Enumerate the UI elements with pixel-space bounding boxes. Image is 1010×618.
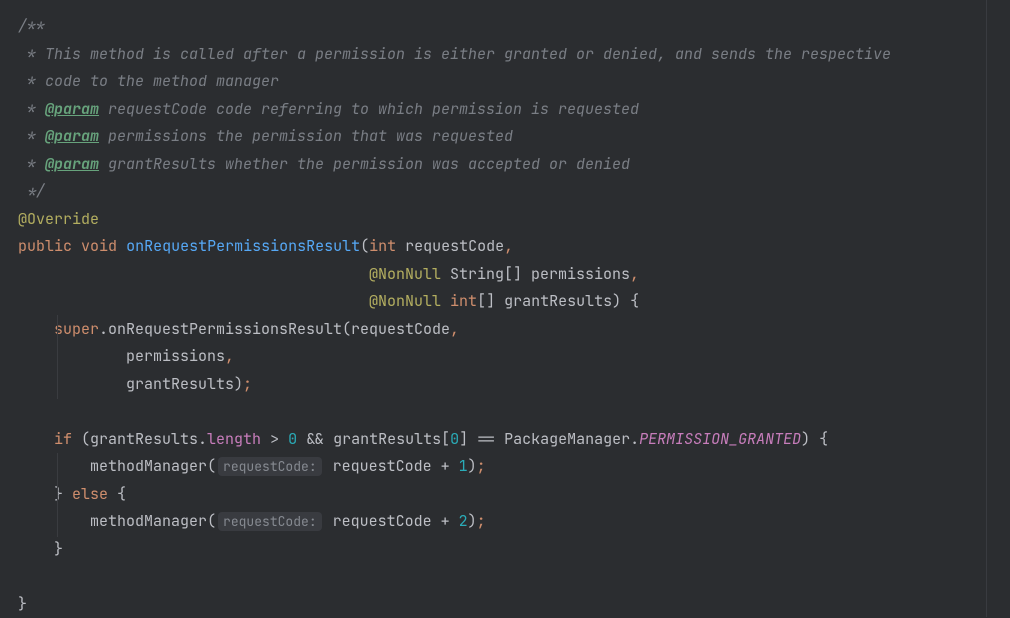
code-line: [18, 563, 986, 591]
code-line: } else {: [18, 481, 986, 509]
code-line: @NonNull String[] permissions,: [18, 261, 986, 289]
parameter-hint: requestCode:: [218, 512, 322, 531]
code-editor[interactable]: /** * This method is called after a perm…: [0, 0, 987, 617]
comment: * code to the method manager: [18, 71, 279, 91]
code-line: /**: [18, 13, 986, 41]
constant: PERMISSION_GRANTED: [639, 429, 801, 449]
annotation: @NonNull: [369, 291, 441, 311]
code-line: * This method is called after a permissi…: [18, 41, 986, 69]
number: 2: [459, 511, 468, 531]
annotation: @NonNull: [369, 264, 441, 284]
code-line: [18, 398, 986, 426]
javadoc-tag: @param: [45, 154, 99, 174]
comment: /**: [18, 16, 45, 36]
code-line: methodManager(requestCode: requestCode +…: [18, 453, 986, 481]
code-line: * @param grantResults whether the permis…: [18, 151, 986, 179]
code-line: * @param permissions the permission that…: [18, 123, 986, 151]
code-line: */: [18, 178, 986, 206]
code-line: super.onRequestPermissionsResult(request…: [18, 316, 986, 344]
javadoc-tag: @param: [45, 99, 99, 119]
keyword: super: [54, 319, 99, 339]
javadoc-tag: @param: [45, 126, 99, 146]
method-name: onRequestPermissionsResult: [126, 236, 360, 256]
keyword: if: [54, 429, 72, 449]
comment: * This method is called after a permissi…: [18, 44, 891, 64]
number: 1: [459, 456, 468, 476]
field: length: [207, 429, 261, 449]
code-line: grantResults);: [18, 371, 986, 399]
code-line: methodManager(requestCode: requestCode +…: [18, 508, 986, 536]
code-line: permissions,: [18, 343, 986, 371]
parameter-hint: requestCode:: [218, 457, 322, 476]
code-line: }: [18, 591, 986, 618]
annotation: @Override: [18, 209, 99, 229]
code-line: @Override: [18, 206, 986, 234]
code-line: @NonNull int[] grantResults) {: [18, 288, 986, 316]
keyword: void: [81, 236, 117, 256]
code-line: * @param requestCode code referring to w…: [18, 96, 986, 124]
code-line: * code to the method manager: [18, 68, 986, 96]
code-line: public void onRequestPermissionsResult(i…: [18, 233, 986, 261]
code-line: if (grantResults.length > 0 && grantResu…: [18, 426, 986, 454]
keyword: public: [18, 236, 72, 256]
code-line: }: [18, 536, 986, 564]
number: 0: [288, 429, 297, 449]
keyword: else: [72, 484, 108, 504]
